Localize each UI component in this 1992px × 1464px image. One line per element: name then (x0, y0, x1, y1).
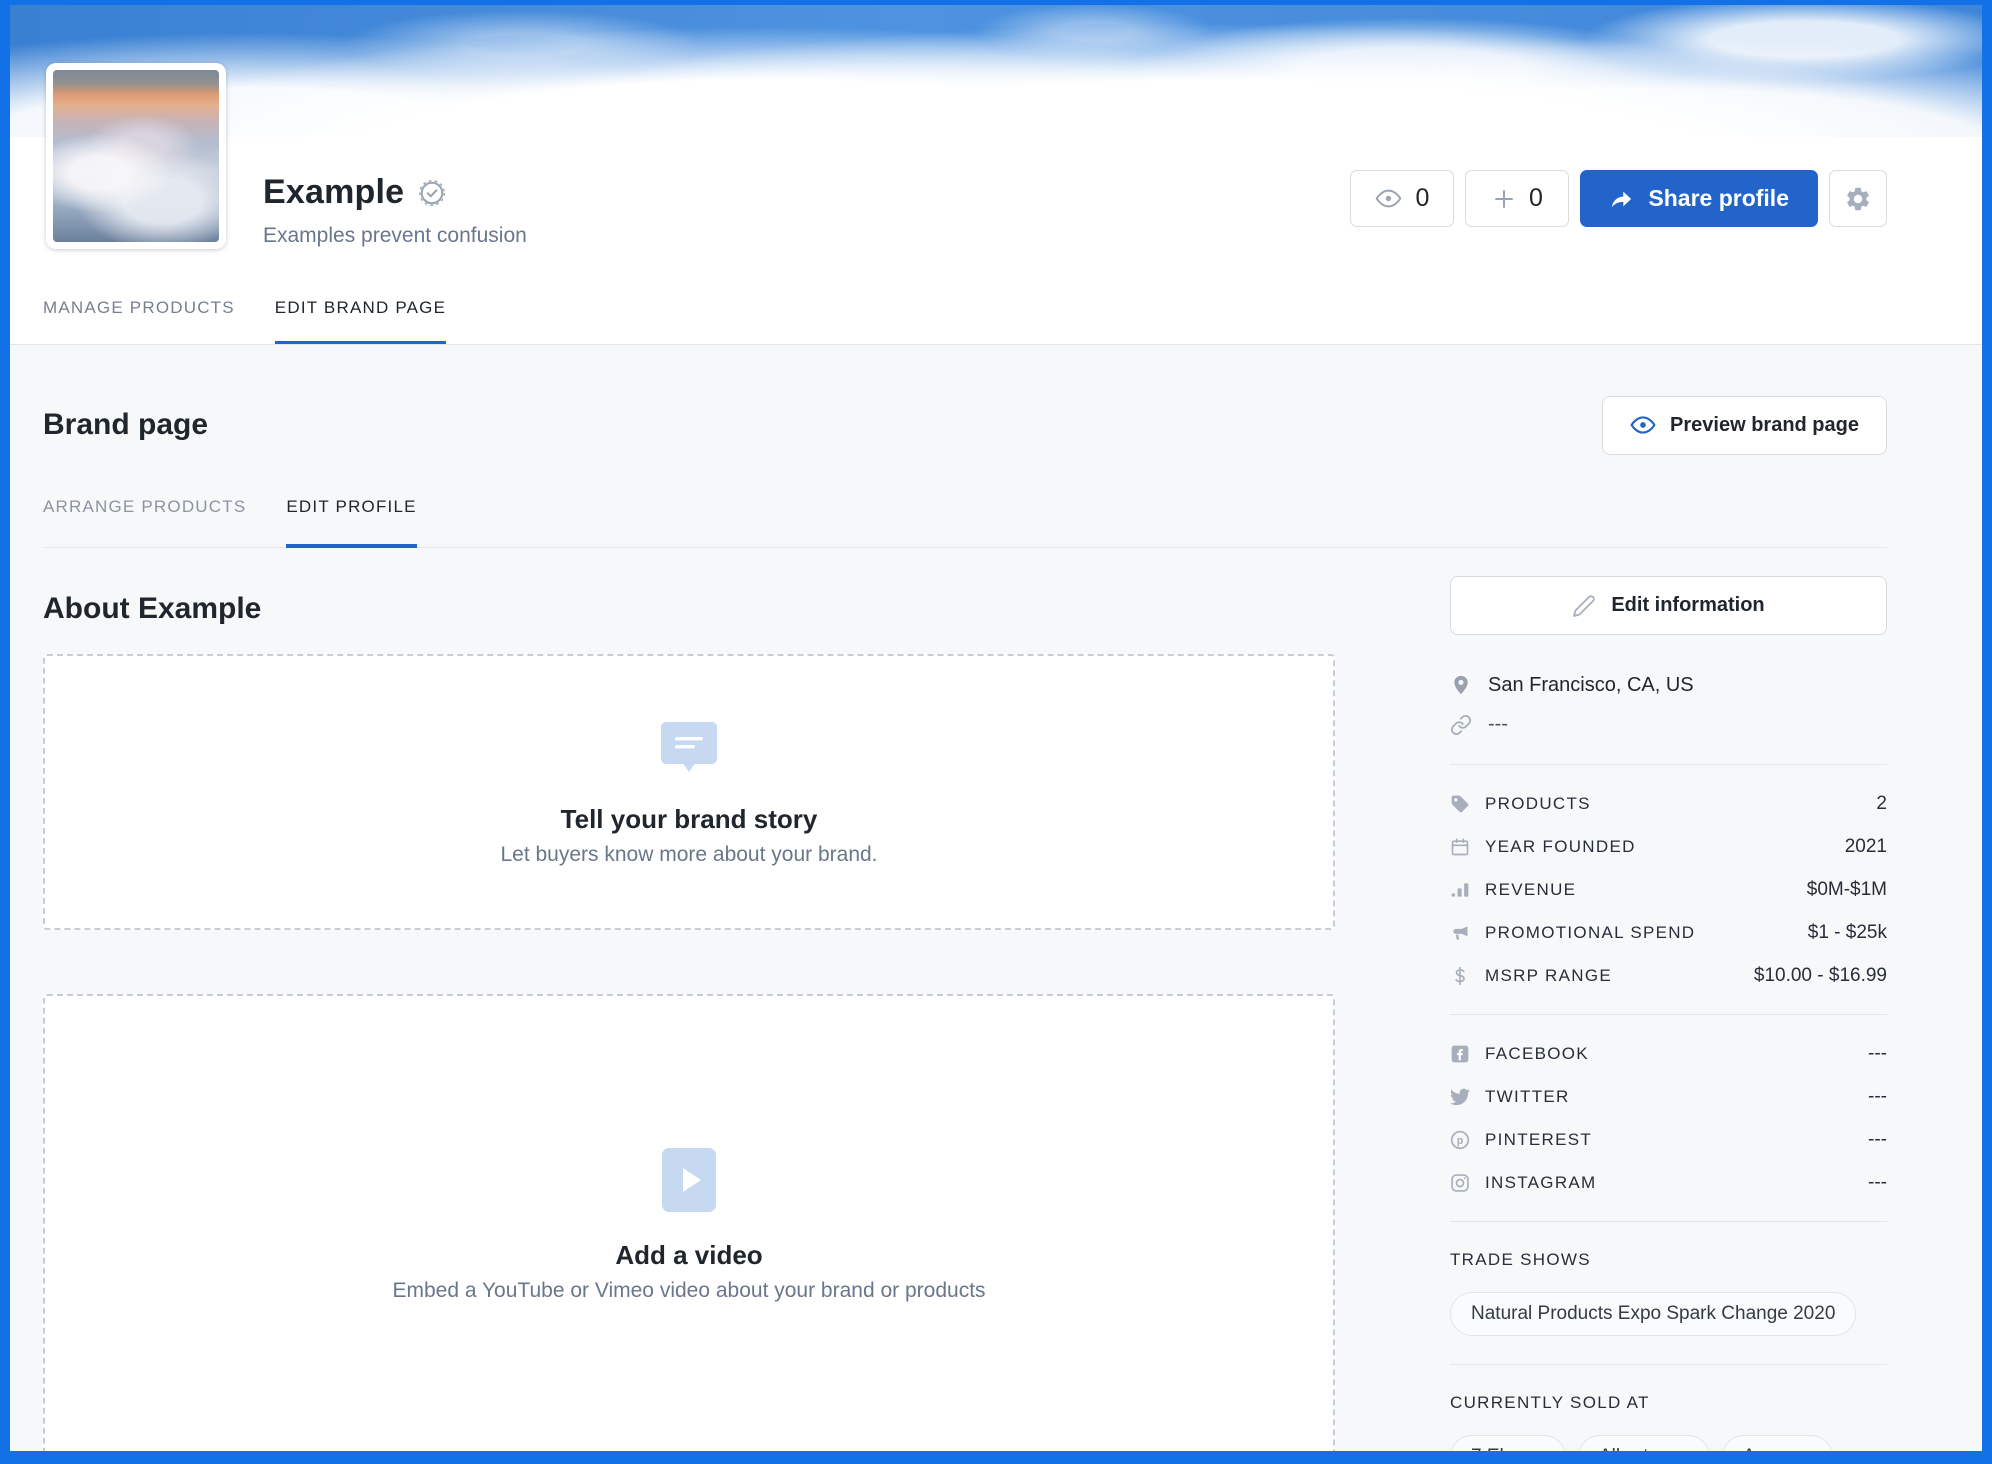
stat-row-revenue: REVENUE $0M-$1M (1450, 879, 1887, 900)
retailer-tag: 7 Eleven (1450, 1435, 1566, 1464)
currently-sold-at-tags: 7 Eleven Albertsons Amazon (1450, 1435, 1887, 1464)
info-sidebar: Edit information San Francisco, CA, US (1450, 548, 1887, 1464)
trade-shows-title: TRADE SHOWS (1450, 1250, 1887, 1270)
social-value: --- (1868, 1086, 1887, 1108)
stat-label: MSRP RANGE (1485, 966, 1612, 986)
verified-icon (417, 178, 447, 208)
social-row-twitter: TWITTER --- (1450, 1086, 1887, 1107)
brand-page-tabs: ARRANGE PRODUCTS EDIT PROFILE (43, 497, 1887, 548)
brand-avatar[interactable] (46, 63, 226, 249)
profile-header: Example Examples prevent confusion (10, 137, 1982, 345)
stat-row-year-founded: YEAR FOUNDED 2021 (1450, 836, 1887, 857)
brand-avatar-image (53, 70, 219, 242)
stat-value: 2021 (1845, 836, 1887, 858)
preview-brand-page-button[interactable]: Preview brand page (1602, 396, 1887, 455)
header-actions: 0 0 Share profile (1350, 170, 1887, 227)
settings-icon (1844, 185, 1872, 213)
retailer-tag: Amazon (1722, 1435, 1834, 1464)
currently-sold-at-title: CURRENTLY SOLD AT (1450, 1393, 1887, 1413)
tab-edit-profile[interactable]: EDIT PROFILE (286, 497, 416, 548)
location-value: San Francisco, CA, US (1488, 674, 1694, 697)
stat-row-promotional-spend: PROMOTIONAL SPEND $1 - $25k (1450, 922, 1887, 943)
add-video-placeholder[interactable]: Add a video Embed a YouTube or Vimeo vid… (43, 994, 1335, 1464)
stat-value: $1 - $25k (1808, 922, 1887, 944)
edit-icon (1572, 594, 1596, 618)
sidebar-divider (1450, 1014, 1887, 1015)
social-value: --- (1868, 1129, 1887, 1151)
followers-count: 0 (1529, 184, 1543, 213)
facebook-icon (1450, 1044, 1470, 1064)
instagram-icon (1450, 1173, 1470, 1193)
social-label: TWITTER (1485, 1087, 1570, 1107)
brand-tagline: Examples prevent confusion (263, 224, 527, 248)
location-icon (1450, 673, 1472, 697)
stat-label: PROMOTIONAL SPEND (1485, 923, 1695, 943)
header-tabs: MANAGE PRODUCTS EDIT BRAND PAGE (43, 298, 446, 345)
preview-icon (1630, 412, 1656, 438)
tab-arrange-products[interactable]: ARRANGE PRODUCTS (43, 497, 246, 547)
settings-button[interactable] (1829, 170, 1887, 227)
stat-value: $0M-$1M (1807, 879, 1887, 901)
brand-name: Example (263, 173, 404, 212)
trade-show-tag: Natural Products Expo Spark Change 2020 (1450, 1292, 1856, 1336)
page-title: Brand page (43, 408, 208, 442)
trade-shows-tags: Natural Products Expo Spark Change 2020 (1450, 1292, 1887, 1336)
website-value: --- (1488, 713, 1508, 736)
pinterest-icon: p (1450, 1130, 1470, 1150)
stat-label: REVENUE (1485, 880, 1576, 900)
brand-profile-page: Example Examples prevent confusion (0, 0, 1992, 1464)
promotional-spend-icon (1450, 923, 1470, 943)
brand-title-block: Example Examples prevent confusion (263, 173, 527, 248)
brand-story-placeholder[interactable]: Tell your brand story Let buyers know mo… (43, 654, 1335, 930)
msrp-icon (1450, 966, 1470, 986)
views-button[interactable]: 0 (1350, 170, 1454, 227)
sidebar-divider (1450, 764, 1887, 765)
followers-button[interactable]: 0 (1465, 170, 1569, 227)
stat-value: $10.00 - $16.99 (1754, 965, 1887, 987)
edit-information-button[interactable]: Edit information (1450, 576, 1887, 635)
stat-row-msrp-range: MSRP RANGE $10.00 - $16.99 (1450, 965, 1887, 986)
brand-story-subtitle: Let buyers know more about your brand. (500, 843, 877, 867)
share-icon (1609, 186, 1635, 212)
stat-label: PRODUCTS (1485, 794, 1591, 814)
sidebar-divider (1450, 1364, 1887, 1365)
social-row-facebook: FACEBOOK --- (1450, 1043, 1887, 1064)
views-icon (1375, 185, 1402, 212)
social-label: PINTEREST (1485, 1130, 1592, 1150)
edit-information-label: Edit information (1611, 594, 1764, 617)
share-profile-label: Share profile (1648, 185, 1789, 212)
about-column: About Example Tell your brand story Let … (43, 548, 1335, 1464)
stat-row-products: PRODUCTS 2 (1450, 793, 1887, 814)
views-count: 0 (1415, 184, 1429, 213)
social-row-pinterest: p PINTEREST --- (1450, 1129, 1887, 1150)
svg-text:p: p (1457, 1135, 1464, 1147)
add-video-subtitle: Embed a YouTube or Vimeo video about you… (392, 1279, 985, 1303)
year-founded-icon (1450, 837, 1470, 857)
about-title: About Example (43, 592, 1335, 626)
followers-icon (1492, 187, 1516, 211)
products-icon (1450, 794, 1470, 814)
website-icon (1450, 714, 1472, 736)
stat-label: YEAR FOUNDED (1485, 837, 1636, 857)
revenue-icon (1450, 880, 1470, 900)
add-video-title: Add a video (615, 1240, 762, 1271)
tab-manage-products[interactable]: MANAGE PRODUCTS (43, 298, 235, 345)
preview-brand-page-label: Preview brand page (1670, 414, 1859, 437)
twitter-icon (1450, 1087, 1470, 1107)
social-label: INSTAGRAM (1485, 1173, 1597, 1193)
video-icon (660, 1146, 718, 1214)
social-label: FACEBOOK (1485, 1044, 1589, 1064)
story-icon (658, 718, 720, 778)
cover-photo (10, 5, 1982, 137)
sidebar-divider (1450, 1221, 1887, 1222)
stat-value: 2 (1876, 793, 1887, 815)
brand-story-title: Tell your brand story (561, 804, 818, 835)
social-value: --- (1868, 1043, 1887, 1065)
social-value: --- (1868, 1172, 1887, 1194)
tab-edit-brand-page[interactable]: EDIT BRAND PAGE (275, 298, 446, 345)
retailer-tag: Albertsons (1578, 1435, 1710, 1464)
share-profile-button[interactable]: Share profile (1580, 170, 1818, 227)
brand-page-section: Brand page Preview brand page ARRANGE PR… (10, 345, 1982, 1464)
social-row-instagram: INSTAGRAM --- (1450, 1172, 1887, 1193)
